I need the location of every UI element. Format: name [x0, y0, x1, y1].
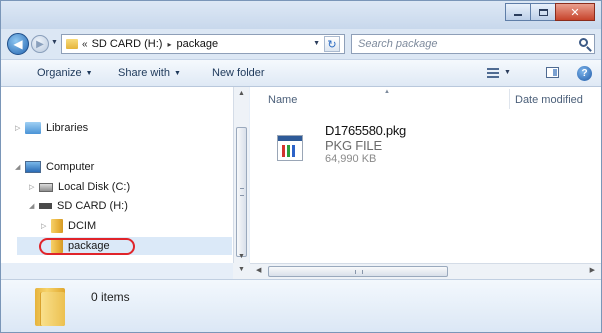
drive-icon	[39, 182, 53, 192]
scroll-down-arrow-icon[interactable]: ▼	[238, 253, 245, 260]
nav-scroll-corner: ▼	[233, 263, 250, 279]
scrollbar-thumb[interactable]	[236, 127, 247, 257]
navigation-pane: ▷ Libraries ◢ Computer ▷ Local Disk (C:)…	[1, 87, 233, 263]
collapse-arrow-icon[interactable]: ◢	[15, 163, 23, 171]
items-count: 0 items	[91, 290, 130, 304]
expand-arrow-icon[interactable]: ▷	[41, 222, 49, 230]
title-bar: ✕	[1, 1, 601, 29]
column-header: ▲ Name Date modified	[250, 87, 601, 111]
forward-button[interactable]: ▶	[31, 35, 49, 53]
nav-item-libraries[interactable]: ▷ Libraries	[15, 120, 88, 136]
annotation-highlight-ring	[39, 238, 135, 255]
column-name[interactable]: Name	[268, 94, 297, 106]
caption-buttons: ✕	[505, 3, 595, 21]
back-button[interactable]: ◀	[7, 33, 29, 55]
nav-label-libraries: Libraries	[46, 122, 89, 134]
content-horizontal-scrollbar[interactable]: ◀ ▶	[250, 263, 601, 279]
organize-arrow-icon: ▼	[85, 70, 93, 77]
share-with-label: Share with	[118, 67, 170, 79]
address-dropdown-icon[interactable]: ▼	[313, 40, 320, 47]
nav-item-sd-card[interactable]: ◢ SD CARD (H:)	[29, 198, 128, 214]
back-arrow-icon: ◀	[13, 37, 23, 51]
maximize-icon	[538, 8, 548, 16]
address-row: ◀ ▶ ▼ « SD CARD (H:) ▸ package ▼ ↻ Searc…	[1, 29, 601, 59]
explorer-window: ✕ ◀ ▶ ▼ « SD CARD (H:) ▸ package ▼ ↻ Sea…	[0, 0, 602, 333]
organize-menu[interactable]: Organize ▼	[37, 67, 93, 79]
details-pane: 0 items	[1, 279, 601, 332]
column-divider[interactable]	[509, 89, 510, 109]
recent-pages-dropdown[interactable]: ▼	[51, 39, 58, 46]
breadcrumb-sd-card[interactable]: SD CARD (H:)	[92, 38, 163, 50]
address-bar[interactable]: « SD CARD (H:) ▸ package ▼ ↻	[61, 34, 345, 54]
minimize-button[interactable]	[505, 3, 531, 21]
nav-label-local-disk: Local Disk (C:)	[58, 181, 131, 193]
column-date-modified[interactable]: Date modified	[515, 94, 583, 106]
scroll-right-arrow-icon[interactable]: ▶	[590, 266, 595, 274]
nav-label-computer: Computer	[46, 161, 95, 173]
search-box[interactable]: Search package	[351, 34, 595, 54]
view-options-dropdown-icon[interactable]: ▼	[504, 69, 511, 76]
libraries-icon	[25, 122, 41, 134]
new-folder-label: New folder	[212, 67, 265, 79]
close-icon: ✕	[570, 6, 580, 19]
scrollbar-thumb[interactable]	[268, 266, 448, 277]
folder-icon	[51, 219, 63, 233]
scroll-down-arrow-icon[interactable]: ▼	[238, 266, 245, 273]
sort-arrow-icon: ▲	[384, 89, 390, 95]
share-with-menu[interactable]: Share with ▼	[118, 67, 181, 79]
close-button[interactable]: ✕	[555, 3, 595, 21]
command-bar: Organize ▼ Share with ▼ New folder ▼ ?	[1, 59, 601, 87]
view-options-icon[interactable]	[487, 68, 499, 78]
preview-pane-icon[interactable]	[546, 67, 559, 78]
sd-card-icon	[39, 203, 52, 209]
folder-icon	[66, 39, 78, 49]
collapse-arrow-icon[interactable]: ◢	[29, 202, 37, 210]
folder-icon	[35, 288, 65, 326]
breadcrumb-package[interactable]: package	[176, 38, 218, 50]
file-type: PKG FILE	[325, 138, 382, 153]
maximize-button[interactable]	[530, 3, 556, 21]
file-list-pane: ▲ Name Date modified D1765580.pkg PKG FI…	[250, 87, 601, 263]
address-overflow-chevron[interactable]: «	[82, 39, 88, 50]
share-arrow-icon: ▼	[173, 70, 181, 77]
forward-arrow-icon: ▶	[36, 38, 44, 50]
breadcrumb-separator[interactable]: ▸	[167, 40, 171, 49]
expand-arrow-icon[interactable]: ▷	[29, 183, 37, 191]
help-icon[interactable]: ?	[577, 66, 592, 81]
nav-item-dcim[interactable]: ▷ DCIM	[41, 218, 96, 234]
computer-icon	[25, 161, 41, 173]
expand-arrow-icon[interactable]: ▷	[15, 124, 23, 132]
nav-label-sd-card: SD CARD (H:)	[57, 200, 128, 212]
minimize-icon	[514, 14, 522, 16]
refresh-button[interactable]: ↻	[324, 36, 340, 52]
search-placeholder: Search package	[358, 38, 438, 50]
scroll-left-arrow-icon[interactable]: ◀	[256, 266, 261, 274]
refresh-icon: ↻	[327, 38, 337, 51]
nav-label-dcim: DCIM	[68, 220, 97, 232]
new-folder-button[interactable]: New folder	[212, 67, 265, 79]
nav-item-computer[interactable]: ◢ Computer	[15, 159, 94, 175]
nav-vertical-scrollbar[interactable]: ▲ ▼	[233, 87, 249, 263]
pkg-file-icon[interactable]	[277, 135, 303, 161]
file-size: 64,990 KB	[325, 153, 377, 165]
organize-label: Organize	[37, 67, 82, 79]
search-icon[interactable]	[579, 38, 588, 47]
file-name[interactable]: D1765580.pkg	[325, 123, 406, 138]
scroll-up-arrow-icon[interactable]: ▲	[238, 90, 245, 97]
nav-item-local-disk[interactable]: ▷ Local Disk (C:)	[29, 179, 130, 195]
